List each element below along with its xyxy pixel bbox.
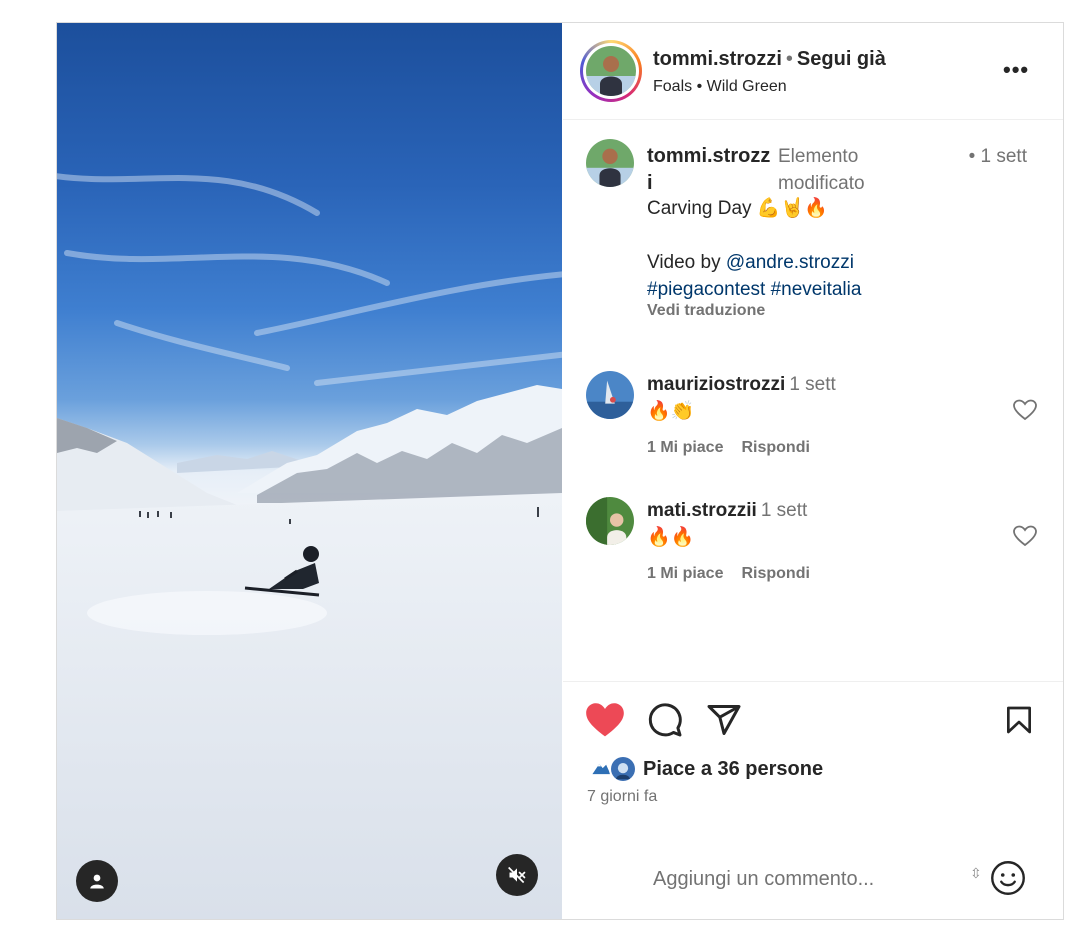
comment-time[interactable]: 1 sett: [761, 500, 807, 521]
comment-username[interactable]: mati.strozzii: [647, 500, 757, 521]
comment-actions: 1 Mi piace Rispondi: [647, 439, 828, 457]
comment-item: mauriziostrozzi 1 sett 🔥👏 1 Mi piace Rispo…: [563, 371, 1063, 471]
speech-bubble-icon[interactable]: [647, 702, 683, 738]
hashtags-link[interactable]: #piegacontest #neveitalia: [647, 276, 1047, 303]
header-username[interactable]: tommi.strozzi: [653, 48, 782, 70]
ski-scene-image: [57, 173, 562, 919]
reply-button[interactable]: Rispondi: [741, 439, 809, 456]
more-options-icon[interactable]: •••: [1003, 57, 1029, 83]
comment-input[interactable]: [653, 864, 953, 894]
likes-summary[interactable]: Piace a 36 persone: [587, 754, 823, 784]
comment-username[interactable]: mauriziostrozzi: [647, 374, 785, 395]
sort-arrows-icon[interactable]: ⇳: [970, 866, 982, 880]
user-tag-icon: [90, 874, 104, 889]
comment-text: 🔥🔥: [647, 527, 695, 548]
comment-item: mati.strozzii 1 sett 🔥🔥 1 Mi piace Rispond…: [563, 497, 1063, 597]
comment-actions: 1 Mi piace Rispondi: [647, 565, 828, 583]
paper-plane-icon[interactable]: [706, 702, 742, 738]
bookmark-icon[interactable]: [1003, 702, 1035, 738]
post-video[interactable]: [57, 23, 562, 919]
comment-avatar[interactable]: [586, 371, 634, 419]
heart-outline-icon[interactable]: [1013, 525, 1037, 547]
post-footer: Piace a 36 persone 7 giorni fa ⇳: [563, 681, 1063, 919]
comment-likes[interactable]: 1 Mi piace: [647, 439, 723, 456]
comment-text: 🔥👏: [647, 401, 695, 422]
comment-header: mati.strozzii 1 sett: [647, 499, 807, 523]
speaker-muted-icon: [508, 866, 526, 884]
comment-header: mauriziostrozzi 1 sett: [647, 373, 836, 397]
mute-toggle-button[interactable]: [496, 854, 538, 896]
comment-avatar[interactable]: [586, 497, 634, 545]
video-by-text: Video by: [647, 252, 726, 273]
caption-line: Carving Day 💪🤘🔥: [647, 198, 828, 219]
caption-time[interactable]: • 1 sett: [967, 143, 1027, 170]
likes-count[interactable]: Piace a 36 persone: [643, 758, 823, 781]
caption-avatar[interactable]: [586, 139, 634, 187]
comment-time[interactable]: 1 sett: [789, 374, 835, 395]
story-ring[interactable]: [580, 40, 642, 102]
caption-username[interactable]: tommi.strozzi: [647, 143, 772, 197]
heart-outline-icon[interactable]: [1013, 399, 1037, 421]
translate-link[interactable]: Vedi traduzione: [647, 302, 765, 320]
follow-status-button[interactable]: Segui già: [797, 48, 886, 70]
post-date[interactable]: 7 giorni fa: [587, 788, 657, 806]
liker-avatar: [609, 755, 637, 783]
post-header: tommi.strozzi • Segui già Foals • Wild Gre…: [563, 23, 1063, 120]
post-card: tommi.strozzi • Segui già Foals • Wild Gre…: [56, 22, 1064, 920]
add-comment-bar: ⇳: [563, 846, 1063, 910]
heart-filled-icon[interactable]: [585, 702, 625, 738]
header-title: tommi.strozzi • Segui già: [653, 48, 886, 71]
edited-label: Elemento modificato: [778, 146, 865, 194]
header-dot: •: [785, 48, 793, 70]
reply-button[interactable]: Rispondi: [741, 565, 809, 582]
caption-text: Carving Day 💪🤘🔥 Video by @andre.strozzi …: [647, 195, 1047, 303]
music-label[interactable]: Foals • Wild Green: [653, 78, 787, 96]
smiley-icon[interactable]: [990, 860, 1026, 896]
comment-likes[interactable]: 1 Mi piace: [647, 565, 723, 582]
post-side-panel: tommi.strozzi • Segui già Foals • Wild Gre…: [563, 23, 1063, 919]
author-avatar: [586, 46, 636, 96]
mention-link[interactable]: @andre.strozzi: [726, 252, 854, 273]
tagged-users-button[interactable]: [76, 860, 118, 902]
